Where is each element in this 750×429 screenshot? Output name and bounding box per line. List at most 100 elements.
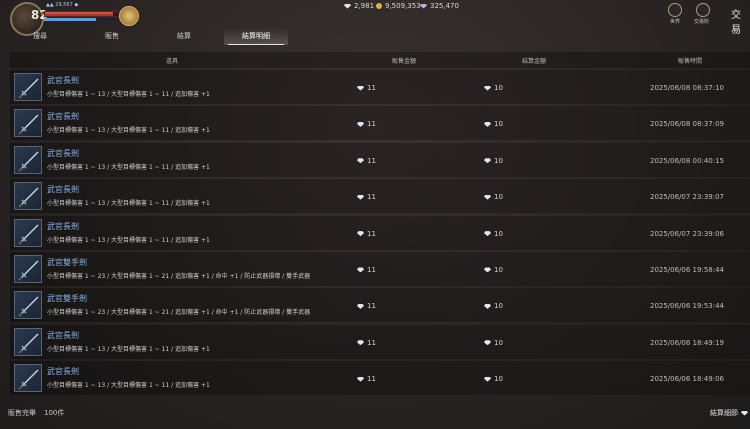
sale-amount-value: 11	[367, 84, 376, 92]
diamond-icon	[357, 121, 364, 127]
sale-amount-value: 11	[367, 229, 376, 238]
settle-amount-value: 10	[494, 302, 503, 311]
diamond-icon	[484, 340, 491, 346]
item-description: 小型目標傷害 1 ~ 13 / 大型目標傷害 1 ~ 11 / 追加傷害 +1	[47, 91, 210, 98]
settle-amount-value: 10	[494, 156, 503, 165]
tab-settle[interactable]: 結算	[152, 28, 216, 45]
table-row[interactable]: 武官長劍 小型目標傷害 1 ~ 13 / 大型目標傷害 1 ~ 11 / 追加傷害…	[10, 324, 750, 359]
bag-label: 交易所	[694, 19, 710, 25]
item-name: 武官長劍	[47, 221, 79, 231]
settle-amount-value: 10	[494, 84, 503, 92]
sale-time: 2025/06/06 19:53:44	[649, 302, 724, 311]
settle-amount-value: 10	[494, 375, 503, 384]
mp-bar	[44, 18, 118, 21]
sale-amount: 11	[357, 339, 376, 347]
column-sale-amount: 販售金額	[392, 58, 417, 65]
sale-amount: 11	[357, 375, 376, 383]
diamond-icon	[484, 194, 491, 200]
sold-summary: 販售完畢 100件	[8, 408, 64, 418]
settle-details-button[interactable]: 結算細節	[710, 408, 748, 418]
diamond-icon	[357, 231, 364, 237]
table-row[interactable]: 武官雙手劍 小型目標傷害 1 ~ 23 / 大型目標傷害 1 ~ 21 / 追加傷…	[10, 251, 750, 286]
sale-amount-value: 11	[367, 156, 376, 165]
table-row[interactable]: 武官長劍 小型目標傷害 1 ~ 13 / 大型目標傷害 1 ~ 11 / 追加傷害…	[10, 106, 750, 141]
settle-amount: 10	[484, 375, 503, 383]
item-name: 武官長劍	[47, 367, 79, 377]
sale-amount-value: 11	[367, 193, 376, 202]
table-row[interactable]: 武官長劍 小型目標傷害 1 ~ 13 / 大型目標傷害 1 ~ 11 / 追加傷害…	[10, 142, 750, 177]
table-row[interactable]: 武官長劍小型目標傷害 1 ~ 13 / 大型目標傷害 1 ~ 11 / 追加傷害…	[10, 70, 750, 104]
sword-icon	[14, 254, 42, 283]
settle-amount-value: 10	[494, 120, 503, 129]
settle-details-label: 結算細節	[710, 409, 738, 417]
table-row[interactable]: 武官長劍 小型目標傷害 1 ~ 13 / 大型目標傷害 1 ~ 11 / 追加傷害…	[10, 215, 750, 250]
sale-amount: 11	[357, 230, 376, 238]
sale-amount-value: 11	[367, 302, 376, 311]
settle-amount-value: 10	[494, 265, 503, 274]
item-name: 武官長劍	[47, 76, 79, 85]
settle-amount: 10	[484, 120, 503, 128]
diamond-icon	[357, 340, 364, 346]
gem-currency: 325,470	[420, 2, 459, 10]
sale-amount-value: 11	[367, 375, 376, 384]
world-icon[interactable]	[668, 3, 682, 17]
sale-amount-value: 11	[367, 265, 376, 274]
sale-amount: 11	[357, 120, 376, 128]
settle-amount-value: 10	[494, 193, 503, 202]
diamond-icon	[484, 303, 491, 309]
diamond-currency: 2,981	[344, 2, 374, 10]
diamond-icon	[484, 231, 491, 237]
diamond-icon	[357, 376, 364, 382]
tab-search[interactable]: 搜尋	[8, 28, 72, 45]
column-settle-amount: 結算金額	[522, 58, 547, 65]
settle-amount-value: 10	[494, 338, 503, 347]
sold-count: 100件	[44, 409, 65, 417]
settle-amount: 10	[484, 193, 503, 201]
tab-bar: 搜尋 販售 結算 結算明細	[0, 28, 750, 45]
settle-amount: 10	[484, 339, 503, 347]
item-description: 小型目標傷害 1 ~ 13 / 大型目標傷害 1 ~ 11 / 追加傷害 +1	[47, 127, 210, 135]
item-description: 小型目標傷害 1 ~ 13 / 大型目標傷害 1 ~ 11 / 追加傷害 +1	[47, 163, 210, 171]
world-label: 世界	[670, 19, 681, 25]
sale-amount-value: 11	[367, 338, 376, 347]
table-row[interactable]: 武官雙手劍 小型目標傷害 1 ~ 23 / 大型目標傷害 1 ~ 21 / 追加傷…	[10, 288, 750, 323]
settle-amount: 10	[484, 302, 503, 310]
sale-amount: 11	[357, 84, 376, 92]
settle-amount-value: 10	[494, 229, 503, 238]
item-description: 小型目標傷害 1 ~ 13 / 大型目標傷害 1 ~ 11 / 追加傷害 +1	[47, 200, 210, 208]
table-row[interactable]: 武官長劍 小型目標傷害 1 ~ 13 / 大型目標傷害 1 ~ 11 / 追加傷害…	[10, 361, 750, 396]
settle-amount: 10	[484, 230, 503, 238]
sale-time: 2025/06/08 08:37:09	[649, 120, 724, 129]
diamond-icon	[484, 158, 491, 164]
diamond-amount: 2,981	[354, 2, 375, 10]
diamond-icon	[357, 158, 364, 164]
gold-coin-icon	[376, 3, 382, 9]
table-row[interactable]: 武官長劍小型目標傷害 1 ~ 13 / 大型目標傷害 1 ~ 11 / 追加傷害…	[10, 179, 750, 214]
top-bar: 82 ▲▲ 29,567 ◆ 2,981 9,509,353 325,470 世…	[0, 0, 750, 36]
sale-time: 2025/06/07 23:39:06	[649, 229, 724, 238]
sword-icon	[14, 327, 42, 356]
sword-icon	[14, 291, 42, 320]
item-name: 武官長劍	[47, 185, 79, 195]
column-item: 道具	[166, 58, 179, 65]
sale-time: 2025/06/08 00:40:15	[649, 156, 724, 165]
hp-bar	[44, 11, 120, 17]
diamond-icon	[344, 3, 351, 9]
sword-icon	[14, 218, 42, 247]
emblem-icon[interactable]	[119, 6, 139, 26]
settle-amount: 10	[484, 266, 503, 274]
bag-icon[interactable]	[696, 3, 710, 17]
item-description: 小型目標傷害 1 ~ 13 / 大型目標傷害 1 ~ 11 / 追加傷害 +1	[47, 345, 210, 353]
tab-settle-details[interactable]: 結算明細	[224, 28, 288, 45]
tab-sell[interactable]: 販售	[80, 28, 144, 45]
sale-time: 2025/06/08 08:37:10	[649, 84, 724, 92]
purple-gem-icon	[420, 3, 427, 9]
diamond-icon	[484, 121, 491, 127]
settlement-list: 武官長劍小型目標傷害 1 ~ 13 / 大型目標傷害 1 ~ 11 / 追加傷害…	[10, 70, 750, 398]
diamond-icon	[357, 85, 364, 91]
sword-icon	[14, 73, 42, 101]
sale-time: 2025/06/06 18:49:19	[649, 338, 724, 347]
sale-amount: 11	[357, 193, 376, 201]
gold-currency: 9,509,353	[376, 2, 421, 10]
settle-amount: 10	[484, 84, 503, 92]
